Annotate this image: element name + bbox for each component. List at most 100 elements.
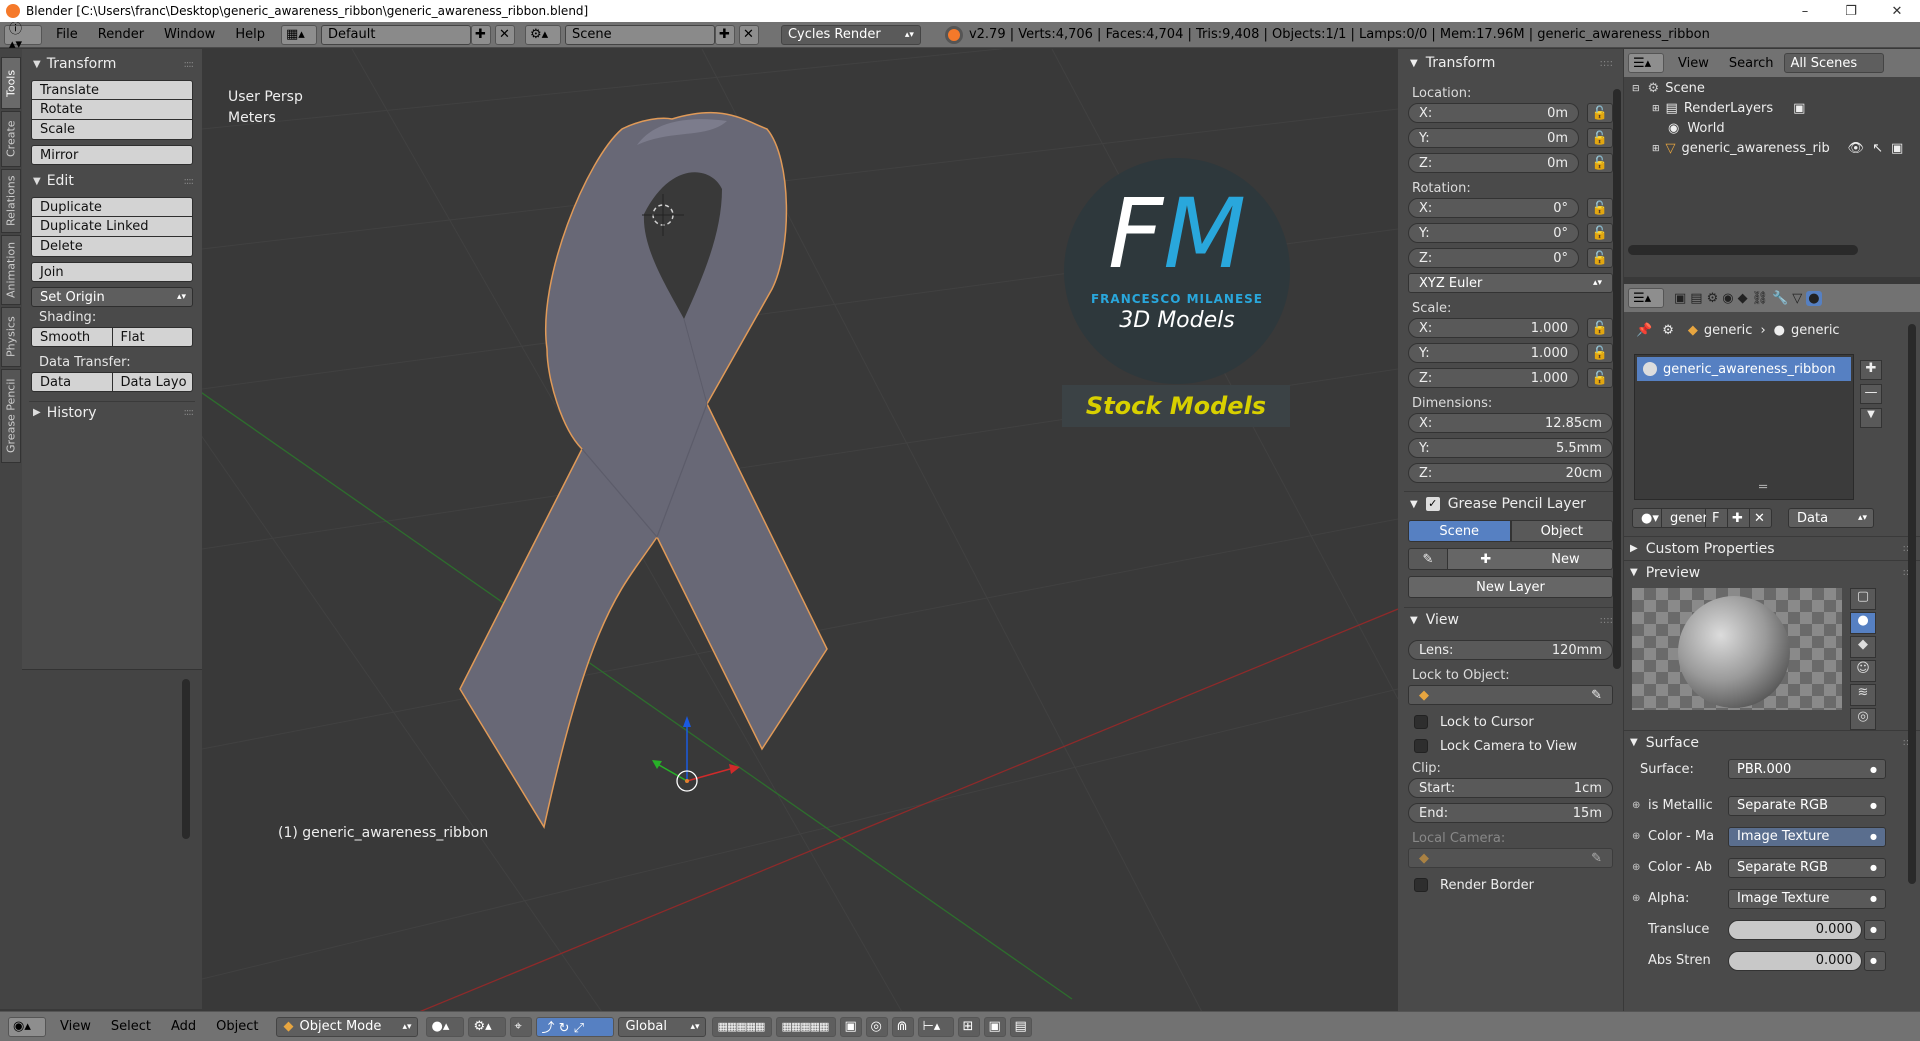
custom-properties-header[interactable]: ▶Custom Properties:::: xyxy=(1624,536,1920,560)
outliner-hscrollbar[interactable] xyxy=(1628,245,1858,255)
translate-button[interactable]: Translate xyxy=(31,80,193,100)
unlink-material-icon[interactable]: ✕ xyxy=(1750,508,1772,528)
add-layout-icon[interactable]: ✚ xyxy=(470,24,491,45)
preview-monkey-icon[interactable]: ☺ xyxy=(1850,660,1876,682)
scene-tab-icon[interactable]: ⚙ xyxy=(1707,291,1719,306)
outliner-row-world[interactable]: ◉ World xyxy=(1668,121,1725,136)
outliner-view-menu[interactable]: View xyxy=(1668,56,1719,71)
scale-button[interactable]: Scale xyxy=(31,120,193,140)
snap-icon[interactable]: ⋒ xyxy=(892,1016,915,1037)
expand-metallic-icon[interactable]: ⊕ xyxy=(1624,800,1642,811)
color-ab-node-dropdown[interactable]: Separate RGB ● xyxy=(1728,857,1886,878)
snap-target-icon[interactable]: ⊞ xyxy=(958,1016,981,1037)
material-tab-icon[interactable]: ● xyxy=(1806,290,1822,306)
mirror-button[interactable]: Mirror xyxy=(31,145,193,165)
preview-cube-icon[interactable]: ◆ xyxy=(1850,636,1876,658)
awareness-ribbon-mesh[interactable] xyxy=(459,111,828,829)
tab-physics[interactable]: Physics xyxy=(1,307,21,367)
menu-file[interactable]: File xyxy=(46,27,88,42)
duplicate-button[interactable]: Duplicate xyxy=(31,197,193,217)
scale-x-field[interactable]: X: 1.000 xyxy=(1408,318,1579,338)
rotation-x-field[interactable]: X: 0° xyxy=(1408,198,1579,218)
minimize-button[interactable]: – xyxy=(1782,4,1828,19)
scene-field[interactable]: Scene xyxy=(564,24,715,45)
preview-hair-icon[interactable]: ≋ xyxy=(1850,684,1876,706)
preview-flat-icon[interactable]: ▢ xyxy=(1850,588,1876,610)
outliner-row-ribbon[interactable]: ⊞ ▽ generic_awareness_rib 👁 ↖ ▣ xyxy=(1652,141,1918,156)
outliner-row-renderlayers[interactable]: ⊞ ▤ RenderLayers ▣ xyxy=(1652,101,1805,116)
surface-header[interactable]: ▼Surface:::: xyxy=(1624,730,1920,754)
abs-slider[interactable]: 0.000 xyxy=(1728,950,1862,971)
transform-panel-header[interactable]: ▼ Transform:::: xyxy=(29,53,195,75)
layers-grid-a-icon[interactable]: ▦▦▦▦▦ xyxy=(712,1016,773,1037)
outliner-filter-dropdown[interactable]: All Scenes xyxy=(1783,53,1884,73)
pin-icon[interactable]: 📌 xyxy=(1636,323,1652,338)
rotation-y-field[interactable]: Y: 0° xyxy=(1408,223,1579,243)
alpha-node-dropdown[interactable]: Image Texture ● xyxy=(1728,888,1886,909)
lock-camera-checkbox[interactable]: Lock Camera to View xyxy=(1404,734,1617,758)
join-button[interactable]: Join xyxy=(31,262,193,282)
properties-scrollbar[interactable] xyxy=(1908,324,1916,884)
mode-dropdown[interactable]: ◆ Object Mode ▴▾ xyxy=(276,1016,419,1037)
tab-relations[interactable]: Relations xyxy=(1,169,21,233)
lock-rotation-z-icon[interactable]: 🔓 xyxy=(1587,248,1613,268)
dimension-z-field[interactable]: Z: 20cm xyxy=(1408,463,1613,483)
tool-shelf-scrollbar[interactable] xyxy=(182,679,190,839)
npanel-transform-header[interactable]: ▼ Transform:::: xyxy=(1404,51,1617,75)
set-origin-dropdown[interactable]: Set Origin ▴▾ xyxy=(31,287,193,307)
screen-layout-icon[interactable]: ▦▴ xyxy=(280,24,317,45)
close-button[interactable]: ✕ xyxy=(1874,4,1920,19)
expand-color-ab-icon[interactable]: ⊕ xyxy=(1624,862,1642,873)
menu-object[interactable]: Object xyxy=(206,1019,268,1034)
dimension-x-field[interactable]: X: 12.85cm xyxy=(1408,413,1613,433)
maximize-button[interactable]: ❐ xyxy=(1828,4,1874,19)
color-ma-node-dropdown[interactable]: Image Texture ● xyxy=(1728,826,1886,847)
remove-scene-icon[interactable]: ✕ xyxy=(738,24,759,45)
add-scene-icon[interactable]: ✚ xyxy=(714,24,735,45)
lock-location-x-icon[interactable]: 🔓 xyxy=(1587,103,1613,123)
preview-sky-icon[interactable]: ◎ xyxy=(1850,708,1876,730)
pencil-icon[interactable]: ✎ xyxy=(1408,548,1448,570)
surface-shader-dropdown[interactable]: PBR.000 ● xyxy=(1728,759,1886,779)
layers-grid-b-icon[interactable]: ▦▦▦▦▦ xyxy=(776,1016,837,1037)
lock-scale-z-icon[interactable]: 🔓 xyxy=(1587,368,1613,388)
object-tab-icon[interactable]: ◆ xyxy=(1738,291,1748,306)
tab-tools[interactable]: Tools xyxy=(1,57,21,109)
opengl-anim-render-icon[interactable]: ▤ xyxy=(1010,1016,1033,1037)
layers-tab-icon[interactable]: ▤ xyxy=(1690,291,1702,306)
data-tab-icon[interactable]: ▽ xyxy=(1792,291,1802,306)
manipulator-types-icon[interactable]: ⤴ ↻ ⤢ xyxy=(536,1016,615,1037)
rotation-z-field[interactable]: Z: 0° xyxy=(1408,248,1579,268)
material-browse-icon[interactable]: ●▾ xyxy=(1632,508,1662,528)
transform-manipulator-icon[interactable] xyxy=(652,716,740,792)
outliner-search-menu[interactable]: Search xyxy=(1719,56,1784,71)
menu-add[interactable]: Add xyxy=(161,1019,206,1034)
clip-start-field[interactable]: Start: 1cm xyxy=(1408,778,1613,798)
data-button[interactable]: Data xyxy=(31,372,113,392)
constraints-tab-icon[interactable]: ⛓ xyxy=(1752,291,1769,306)
grease-pencil-header[interactable]: ▼ ✓ Grease Pencil Layer xyxy=(1404,492,1617,516)
menu-render[interactable]: Render xyxy=(88,27,154,42)
shading-mode-icon[interactable]: ●▴ xyxy=(426,1016,465,1037)
tab-animation[interactable]: Animation xyxy=(1,235,21,305)
preview-sphere-icon[interactable]: ● xyxy=(1850,612,1876,634)
lock-rotation-x-icon[interactable]: 🔓 xyxy=(1587,198,1613,218)
rotation-mode-dropdown[interactable]: XYZ Euler ▴▾ xyxy=(1408,273,1613,293)
pivot-point-icon[interactable]: ⚙▴ xyxy=(468,1016,507,1037)
edit-panel-header[interactable]: ▼ Edit:::: xyxy=(29,170,195,192)
expand-color-ma-icon[interactable]: ⊕ xyxy=(1624,831,1642,842)
preview-header[interactable]: ▼Preview:::: xyxy=(1624,560,1920,584)
remove-slot-icon[interactable]: — xyxy=(1860,384,1882,404)
material-slot-item[interactable]: generic_awareness_ribbon xyxy=(1637,357,1851,381)
clip-end-field[interactable]: End: 15m xyxy=(1408,803,1613,823)
tab-create[interactable]: Create xyxy=(1,111,21,167)
duplicate-linked-button[interactable]: Duplicate Linked xyxy=(31,217,193,237)
visibility-eye-icon[interactable]: 👁 xyxy=(1848,141,1865,156)
rotate-button[interactable]: Rotate xyxy=(31,100,193,120)
lock-rotation-y-icon[interactable]: 🔓 xyxy=(1587,223,1613,243)
slot-specials-icon[interactable]: ▼ xyxy=(1860,408,1882,428)
scale-z-field[interactable]: Z: 1.000 xyxy=(1408,368,1579,388)
3d-viewport[interactable]: User Persp Meters (1) generic_awareness_… xyxy=(202,49,1398,1012)
layout-field[interactable]: Default xyxy=(320,24,471,45)
modifiers-tab-icon[interactable]: 🔧 xyxy=(1772,291,1788,306)
